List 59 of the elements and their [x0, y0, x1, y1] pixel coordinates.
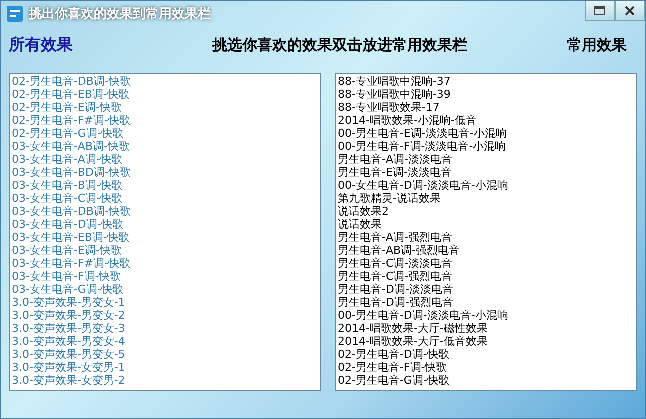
effect-item[interactable]: 2014-唱歌效果-小混响-低音 [338, 114, 634, 127]
effect-item[interactable]: 02-男生电音-EB调-快歌 [12, 88, 318, 101]
all-effects-label: 所有效果 [9, 34, 73, 56]
close-icon [625, 6, 635, 16]
effect-item[interactable]: 说话效果2 [338, 205, 634, 218]
effect-item[interactable]: 00-男生电音-D调-淡淡电音-小混响 [338, 309, 634, 322]
effect-item[interactable]: 00-男生电音-E调-淡淡电音-小混响 [338, 127, 634, 140]
effect-item[interactable]: 02-男生电音-G调-快歌 [338, 374, 634, 387]
effect-item[interactable]: 3.0-变声效果-男变女-5 [12, 348, 318, 361]
effect-item[interactable]: 02-男生电音-E调-快歌 [12, 101, 318, 114]
favorite-effects-list[interactable] [335, 73, 637, 391]
effect-item[interactable]: 03-女生电音-BD调-快歌 [12, 166, 318, 179]
effect-item[interactable]: 男生电音-C调-淡淡电音 [338, 257, 634, 270]
effect-item[interactable]: 88-专业唱歌中混响-39 [338, 88, 634, 101]
effect-item[interactable]: 说话效果 [338, 218, 634, 231]
effect-item[interactable]: 88-专业唱歌效果-17 [338, 101, 634, 114]
effect-item[interactable]: 男生电音-A调-强烈电音 [338, 231, 634, 244]
effect-item[interactable]: 03-女生电音-F调-快歌 [12, 270, 318, 283]
effect-item[interactable]: 02-男生电音-DB调-快歌 [12, 75, 318, 88]
effect-item[interactable]: 3.0-变声效果-女变男-2 [12, 374, 318, 387]
effect-item[interactable]: 00-男生电音-F调-淡淡电音-小混响 [338, 140, 634, 153]
effect-item[interactable]: 02-男生电音-F#调-快歌 [12, 114, 318, 127]
app-icon [7, 6, 23, 22]
window-title: 挑出你喜欢的效果到常用效果栏 [29, 6, 211, 23]
favorite-effects-label: 常用效果 [567, 36, 627, 54]
all-effects-list[interactable] [9, 73, 321, 391]
effect-item[interactable]: 02-男生电音-F调-快歌 [338, 361, 634, 374]
effect-item[interactable]: 3.0-变声效果-男变女-3 [12, 322, 318, 335]
effect-item[interactable]: 03-女生电音-F#调-快歌 [12, 257, 318, 270]
effect-item[interactable]: 03-女生电音-A调-快歌 [12, 153, 318, 166]
effect-item[interactable]: 3.0-变声效果-男变女-1 [12, 296, 318, 309]
effect-item[interactable]: 男生电音-E调-淡淡电音 [338, 166, 634, 179]
effect-item[interactable]: 2014-唱歌效果-大厅-磁性效果 [338, 322, 634, 335]
effect-item[interactable]: 03-女生电音-EB调-快歌 [12, 231, 318, 244]
effect-item[interactable]: 02-男生电音-G调-快歌 [12, 127, 318, 140]
effect-item[interactable]: 02-男生电音-D调-快歌 [338, 348, 634, 361]
effect-item[interactable]: 男生电音-D调-淡淡电音 [338, 283, 634, 296]
effect-item[interactable]: 男生电音-AB调-强烈电音 [338, 244, 634, 257]
effect-item[interactable]: 03-女生电音-E调-快歌 [12, 244, 318, 257]
effect-item[interactable]: 03-女生电音-C调-快歌 [12, 192, 318, 205]
effect-item[interactable]: 03-女生电音-DB调-快歌 [12, 205, 318, 218]
restore-button[interactable] [585, 1, 615, 21]
effect-item[interactable]: 03-女生电音-D调-快歌 [12, 218, 318, 231]
effect-item[interactable]: 3.0-变声效果-男变女-2 [12, 309, 318, 322]
close-button[interactable] [615, 1, 645, 21]
effect-item[interactable]: 03-女生电音-B调-快歌 [12, 179, 318, 192]
effect-item[interactable]: 00-女生电音-D调-淡淡电音-小混响 [338, 179, 634, 192]
effect-item[interactable]: 第九歌精灵-说话效果 [338, 192, 634, 205]
effect-item[interactable]: 88-专业唱歌中混响-37 [338, 75, 634, 88]
effect-item[interactable]: 男生电音-C调-强烈电音 [338, 270, 634, 283]
effect-item[interactable]: 3.0-变声效果-女变男-1 [12, 361, 318, 374]
effect-item[interactable]: 2014-唱歌效果-大厅-低音效果 [338, 335, 634, 348]
instruction-text: 挑选你喜欢的效果双击放进常用效果栏 [212, 36, 468, 54]
effect-item[interactable]: 03-女生电音-G调-快歌 [12, 283, 318, 296]
effect-item[interactable]: 3.0-变声效果-男变女-4 [12, 335, 318, 348]
effect-item[interactable]: 03-女生电音-AB调-快歌 [12, 140, 318, 153]
effect-item[interactable]: 男生电音-D调-强烈电音 [338, 296, 634, 309]
effect-item[interactable]: 男生电音-A调-淡淡电音 [338, 153, 634, 166]
window-icon [594, 6, 606, 16]
